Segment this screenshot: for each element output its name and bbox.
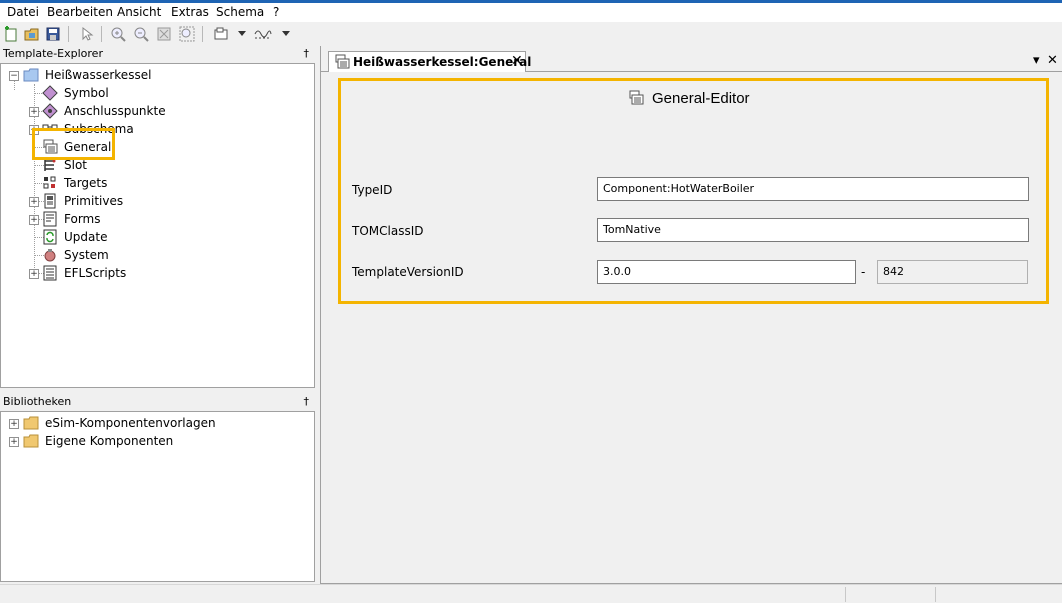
menu-bar: Datei Bearbeiten Ansicht Extras Schema ?: [0, 3, 1062, 22]
scripts-icon: [43, 265, 57, 281]
expand-toggle[interactable]: +: [9, 437, 19, 447]
expand-toggle[interactable]: +: [29, 215, 39, 225]
tomclassid-field[interactable]: TomNative: [597, 218, 1029, 242]
libraries-title: Bibliotheken: [3, 395, 72, 408]
expand-toggle[interactable]: +: [9, 419, 19, 429]
open-icon[interactable]: [23, 25, 41, 43]
new-icon[interactable]: [2, 25, 20, 43]
menu-extras[interactable]: Extras: [171, 5, 209, 19]
libraries-tree: + eSim-Komponentenvorlagen + Eigene Komp…: [0, 411, 315, 582]
close-icon[interactable]: ✕: [511, 53, 523, 69]
tomclassid-label: TOMClassID: [352, 224, 424, 238]
general-icon: [335, 54, 350, 69]
toolbar: [0, 22, 1062, 46]
targets-icon: [43, 176, 56, 189]
folder-icon: [23, 416, 39, 430]
close-icon[interactable]: ✕: [1047, 53, 1058, 68]
build-number-field: 842: [877, 260, 1028, 284]
zoom-area-icon[interactable]: [178, 25, 196, 43]
status-bar: [0, 584, 1062, 603]
expand-toggle[interactable]: +: [29, 269, 39, 279]
pointer-icon[interactable]: [78, 25, 96, 43]
update-icon: [43, 229, 57, 245]
connection-points-icon: [42, 103, 58, 119]
templateversionid-field[interactable]: 3.0.0: [597, 260, 856, 284]
menu-datei[interactable]: Datei: [7, 5, 39, 19]
folder-icon: [23, 434, 39, 448]
system-icon: [44, 249, 56, 262]
chevron-down-icon[interactable]: [280, 25, 292, 43]
expand-toggle[interactable]: +: [29, 107, 39, 117]
wave-icon[interactable]: [254, 25, 272, 43]
save-icon[interactable]: [44, 25, 62, 43]
chevron-down-icon[interactable]: [236, 25, 248, 43]
zoom-fit-icon[interactable]: [155, 25, 173, 43]
menu-bearbeiten[interactable]: Bearbeiten: [47, 5, 113, 19]
forms-icon: [43, 211, 57, 227]
general-editor-panel: General-Editor TypeID Component:HotWater…: [338, 78, 1049, 304]
general-selection-highlight: [32, 128, 115, 160]
template-explorer-tree: − Heißwasserkessel Symbol + Anschlusspun…: [0, 63, 315, 388]
template-explorer-title: Template-Explorer: [3, 47, 103, 60]
menu-ansicht[interactable]: Ansicht: [117, 5, 161, 19]
pin-icon[interactable]: †: [304, 394, 310, 410]
typeid-label: TypeID: [352, 183, 393, 197]
menu-schema[interactable]: Schema: [216, 5, 264, 19]
primitives-icon: [44, 193, 56, 209]
editor-title: General-Editor: [652, 90, 750, 107]
chevron-down-icon[interactable]: ▾: [1033, 53, 1040, 68]
expand-toggle[interactable]: +: [29, 197, 39, 207]
pin-icon[interactable]: †: [304, 46, 310, 62]
tab-general[interactable]: Heißwasserkessel:General ✕: [328, 51, 531, 72]
tab-label: Heißwasserkessel:General: [353, 55, 532, 69]
zoom-out-icon[interactable]: [132, 25, 150, 43]
symbol-icon: [42, 85, 58, 101]
menu-help[interactable]: ?: [273, 5, 279, 19]
version-separator: -: [861, 265, 866, 279]
template-explorer-header: Template-Explorer †: [0, 46, 315, 62]
typeid-field[interactable]: Component:HotWaterBoiler: [597, 177, 1029, 201]
libraries-header: Bibliotheken †: [0, 394, 315, 410]
general-icon: [629, 90, 644, 105]
templateversionid-label: TemplateVersionID: [352, 265, 464, 279]
zoom-in-icon[interactable]: [109, 25, 127, 43]
layout-icon[interactable]: [212, 25, 230, 43]
collapse-toggle[interactable]: −: [9, 71, 19, 81]
folder-icon: [23, 68, 39, 82]
